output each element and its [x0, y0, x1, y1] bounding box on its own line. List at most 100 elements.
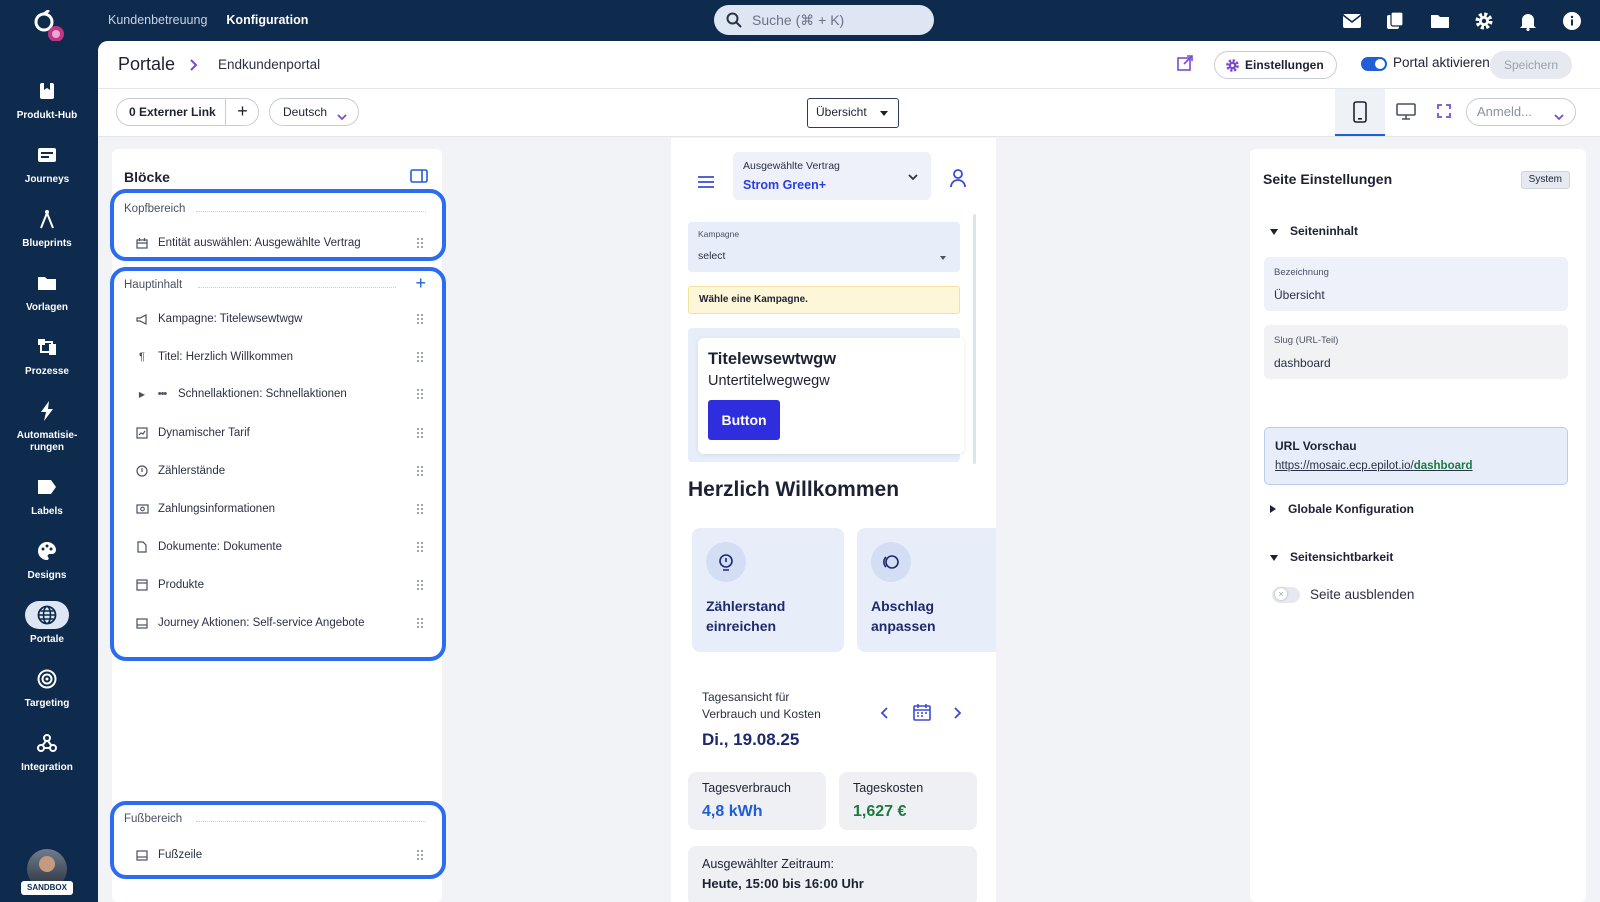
drag-handle-icon[interactable] [416, 503, 424, 515]
desktop-icon[interactable] [1396, 103, 1416, 125]
sandbox-badge: SANDBOX [21, 881, 73, 895]
copy-icon[interactable] [1385, 10, 1406, 31]
folder-icon[interactable] [1429, 10, 1450, 31]
drag-handle-icon[interactable] [416, 465, 424, 477]
add-link-icon[interactable]: + [225, 98, 259, 126]
selected-range: Ausgewählter Zeitraum: Heute, 15:00 bis … [688, 846, 977, 902]
rail-item-labels[interactable]: Labels [0, 473, 94, 517]
rail-label: Produkt-Hub [16, 110, 78, 121]
add-block-icon[interactable]: + [415, 273, 426, 294]
view-mobile-button[interactable] [1335, 89, 1385, 136]
drag-handle-icon[interactable] [416, 541, 424, 553]
block-item[interactable]: Journey Aktionen: Self-service Angebote [134, 613, 424, 633]
paragraph-icon: ¶ [139, 351, 145, 363]
rail-item-designs[interactable]: Designs [0, 537, 94, 581]
app-logo-icon[interactable] [30, 9, 70, 44]
calendar-icon [134, 236, 150, 250]
login-select[interactable]: Anmeld... [1466, 98, 1576, 126]
rail-item-integration[interactable]: Integration [0, 729, 94, 773]
gear-icon[interactable] [1473, 10, 1494, 31]
info-icon[interactable] [1561, 10, 1582, 31]
slug-field[interactable]: Slug (URL-Teil) dashboard [1264, 325, 1568, 379]
contract-select[interactable]: Ausgewählte Vertrag Strom Green+ [733, 152, 931, 200]
user-icon[interactable] [949, 168, 967, 193]
hide-page-toggle[interactable] [1272, 587, 1300, 603]
palette-icon [25, 537, 69, 565]
quick-action-payment-tile[interactable]: Abschlag anpassen [857, 528, 996, 652]
menu-icon[interactable] [697, 175, 715, 194]
main-area: Portale Endkundenportal Einstellungen Po… [98, 41, 1600, 902]
external-link-button[interactable]: 0 Externer Link + [116, 98, 259, 126]
bell-icon[interactable] [1517, 10, 1538, 31]
save-button[interactable]: Speichern [1490, 51, 1572, 79]
url-base: https://mosaic.ecp.epilot.io/ [1275, 460, 1414, 472]
block-item[interactable]: Fußzeile [134, 845, 424, 865]
block-item[interactable]: Zahlungsinformationen [134, 499, 424, 519]
open-external-icon[interactable] [1177, 55, 1193, 76]
campaign-card-button[interactable]: Button [708, 400, 780, 440]
money-icon [134, 502, 150, 516]
settings-button[interactable]: Einstellungen [1214, 51, 1337, 79]
calendar-icon[interactable] [913, 703, 931, 726]
section-title: Seitensichtbarkeit [1290, 550, 1394, 564]
rail-item-blueprints[interactable]: Blueprints [0, 205, 94, 249]
block-item[interactable]: Zählerstände [134, 461, 424, 481]
block-item[interactable]: ¶ Titel: Herzlich Willkommen [134, 347, 424, 367]
rail-item-prozesse[interactable]: Prozesse [0, 333, 94, 377]
section-label-header: Kopfbereich [124, 203, 186, 215]
language-select[interactable]: Deutsch [269, 98, 359, 126]
url-preview-link[interactable]: https://mosaic.ecp.epilot.io/dashboard [1275, 460, 1473, 472]
block-item[interactable]: Kampagne: Titelewsewtwgw [134, 309, 424, 329]
quick-action-meter-tile[interactable]: Zählerstand einreichen [692, 528, 844, 652]
page-header: Portale Endkundenportal Einstellungen Po… [98, 41, 1600, 89]
chevron-left-icon[interactable] [880, 706, 888, 724]
chevron-right-icon[interactable] [954, 706, 962, 724]
section-globale-konfiguration[interactable]: Globale Konfiguration [1270, 502, 1414, 516]
drag-handle-icon[interactable] [416, 579, 424, 591]
block-item[interactable]: ▶ ••• Schnellaktionen: Schnellaktionen [134, 384, 424, 404]
topnav-konfiguration[interactable]: Konfiguration [226, 13, 308, 27]
search-input[interactable]: Suche (⌘ + K) [714, 5, 934, 35]
portal-activate-toggle[interactable] [1361, 57, 1387, 71]
drag-handle-icon[interactable] [416, 427, 424, 439]
rail-item-portale[interactable]: Portale [0, 601, 94, 645]
blocks-panel: Blöcke Kopfbereich Entität auswählen: Au… [110, 149, 446, 902]
drag-handle-icon[interactable] [416, 313, 424, 325]
expand-arrow-icon[interactable]: ▶ [134, 387, 150, 401]
tile-label: Abschlag anpassen [871, 598, 936, 634]
chevron-down-icon [336, 106, 348, 132]
topnav-kundenbetreuung[interactable]: Kundenbetreuung [108, 13, 207, 27]
metric-label: Tageskosten [853, 781, 924, 795]
block-item[interactable]: Produkte [134, 575, 424, 595]
globe-icon [25, 601, 69, 629]
rail-item-automatisierungen[interactable]: Automatisie- rungen [0, 397, 94, 454]
mobile-icon [1353, 100, 1367, 123]
drag-handle-icon[interactable] [416, 351, 424, 363]
panel-collapse-icon[interactable] [410, 169, 428, 188]
block-item[interactable]: Entität auswählen: Ausgewählte Vertrag [134, 233, 424, 253]
block-item-label: Kampagne: Titelewsewtwgw [158, 313, 303, 325]
name-field[interactable]: Bezeichnung Übersicht [1264, 257, 1568, 311]
page-select[interactable]: Übersicht [807, 98, 899, 128]
fullscreen-icon[interactable] [1437, 104, 1451, 123]
block-item[interactable]: Dokumente: Dokumente [134, 537, 424, 557]
url-preview: URL Vorschau https://mosaic.ecp.epilot.i… [1264, 427, 1568, 485]
drag-handle-icon[interactable] [416, 617, 424, 629]
mail-icon[interactable] [1341, 10, 1362, 31]
rail-item-produkt-hub[interactable]: Produkt-Hub [0, 77, 94, 121]
campaign-select[interactable]: Kampagne select [688, 222, 960, 272]
chevron-down-icon [907, 170, 919, 188]
drag-handle-icon[interactable] [416, 388, 424, 400]
drag-handle-icon[interactable] [416, 237, 424, 249]
drag-handle-icon[interactable] [416, 849, 424, 861]
section-seiteninhalt[interactable]: Seiteninhalt [1270, 224, 1358, 238]
block-item[interactable]: Dynamischer Tarif [134, 423, 424, 443]
rail-item-journeys[interactable]: Journeys [0, 141, 94, 185]
preview-scrollbar[interactable] [973, 214, 976, 464]
dots-icon: ••• [157, 388, 168, 400]
breadcrumb-root[interactable]: Portale [118, 54, 175, 75]
rail-item-vorlagen[interactable]: Vorlagen [0, 269, 94, 313]
section-seitensichtbarkeit[interactable]: Seitensichtbarkeit [1270, 550, 1393, 564]
name-field-value: Übersicht [1274, 288, 1325, 302]
rail-item-targeting[interactable]: Targeting [0, 665, 94, 709]
